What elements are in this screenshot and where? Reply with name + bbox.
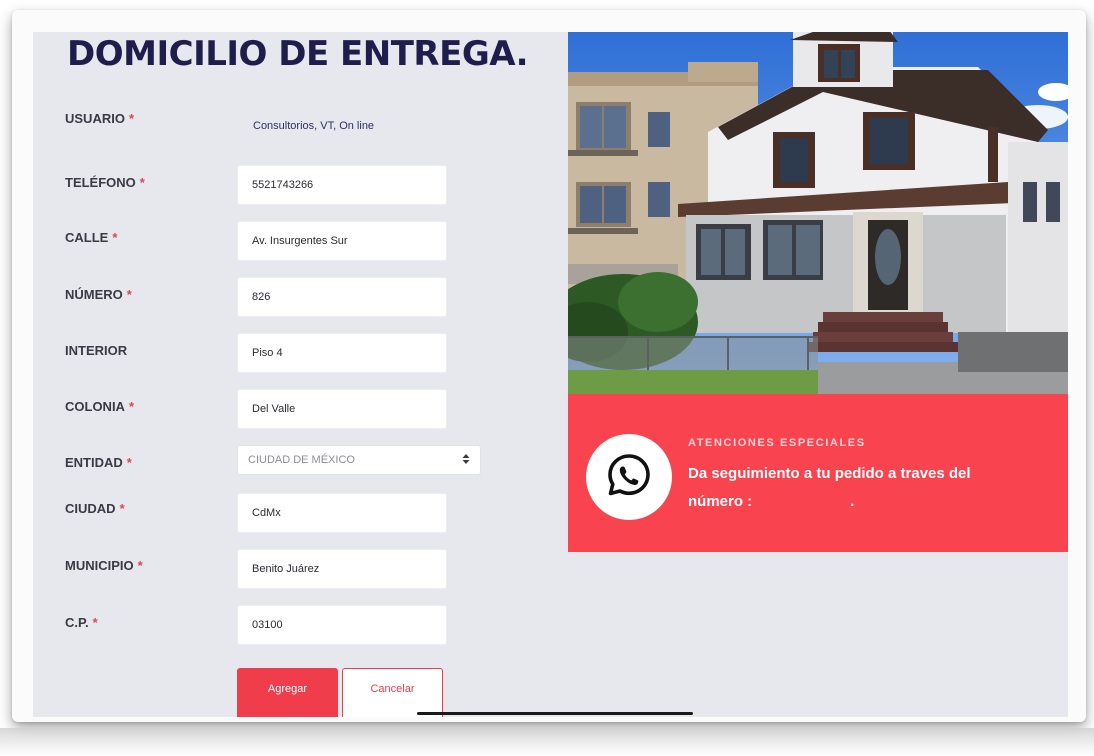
required-mark: *	[126, 455, 132, 470]
whatsapp-icon	[605, 451, 653, 504]
required-mark: *	[112, 230, 118, 245]
usuario-value: Consultorios, VT, On line	[253, 120, 375, 132]
promo-number-label: número :	[688, 493, 753, 510]
special-attention-banner: ATENCIONES ESPECIALES Da seguimiento a t…	[568, 394, 1068, 552]
house-photo	[568, 32, 1068, 394]
entidad-select[interactable]: CIUDAD DE MÉXICO	[237, 445, 481, 475]
required-mark: *	[139, 175, 145, 190]
interior-label: INTERIOR	[65, 343, 128, 358]
cp-label: C.P. *	[65, 615, 98, 630]
cp-input[interactable]	[237, 605, 447, 645]
entidad-selected-value: CIUDAD DE MÉXICO	[248, 454, 355, 466]
municipio-label: MUNICIPIO *	[65, 558, 143, 573]
delivery-address-screen: DOMICILIO DE ENTREGA. USUARIO * Consultor…	[33, 32, 1068, 717]
promo-line-1: Da seguimiento a tu pedido a traves del	[688, 465, 971, 482]
promo-line-2: número :.	[688, 488, 1048, 516]
cancel-button[interactable]: Cancelar	[342, 668, 443, 717]
telefono-label: TELÉFONO *	[65, 175, 145, 190]
whatsapp-button[interactable]	[586, 434, 672, 520]
required-mark: *	[92, 615, 98, 630]
colonia-input[interactable]	[237, 389, 447, 429]
usuario-label: USUARIO *	[65, 111, 135, 126]
interior-input[interactable]	[237, 333, 447, 373]
calle-label: CALLE *	[65, 230, 118, 245]
colonia-label: COLONIA *	[65, 399, 135, 414]
page-title: DOMICILIO DE ENTREGA.	[67, 34, 529, 74]
add-button[interactable]: Agregar	[237, 668, 338, 717]
numero-label: NÚMERO *	[65, 287, 132, 302]
calle-input[interactable]	[237, 221, 447, 261]
promo-number-suffix: .	[850, 493, 855, 510]
telefono-input[interactable]	[237, 165, 447, 205]
required-mark: *	[119, 501, 125, 516]
promo-text: Da seguimiento a tu pedido a traves del …	[688, 460, 1048, 516]
select-arrows-icon	[462, 453, 470, 467]
required-mark: *	[137, 558, 143, 573]
ciudad-input[interactable]	[237, 493, 447, 533]
numero-input[interactable]	[237, 277, 447, 317]
required-mark: *	[128, 399, 135, 414]
municipio-input[interactable]	[237, 549, 447, 589]
ciudad-label: CIUDAD *	[65, 501, 125, 516]
frame-shadow	[0, 728, 1094, 756]
home-indicator	[417, 712, 693, 715]
promo-kicker: ATENCIONES ESPECIALES	[688, 437, 866, 449]
required-mark: *	[126, 287, 132, 302]
required-mark: *	[128, 111, 135, 126]
entidad-label: ENTIDAD *	[65, 455, 132, 470]
